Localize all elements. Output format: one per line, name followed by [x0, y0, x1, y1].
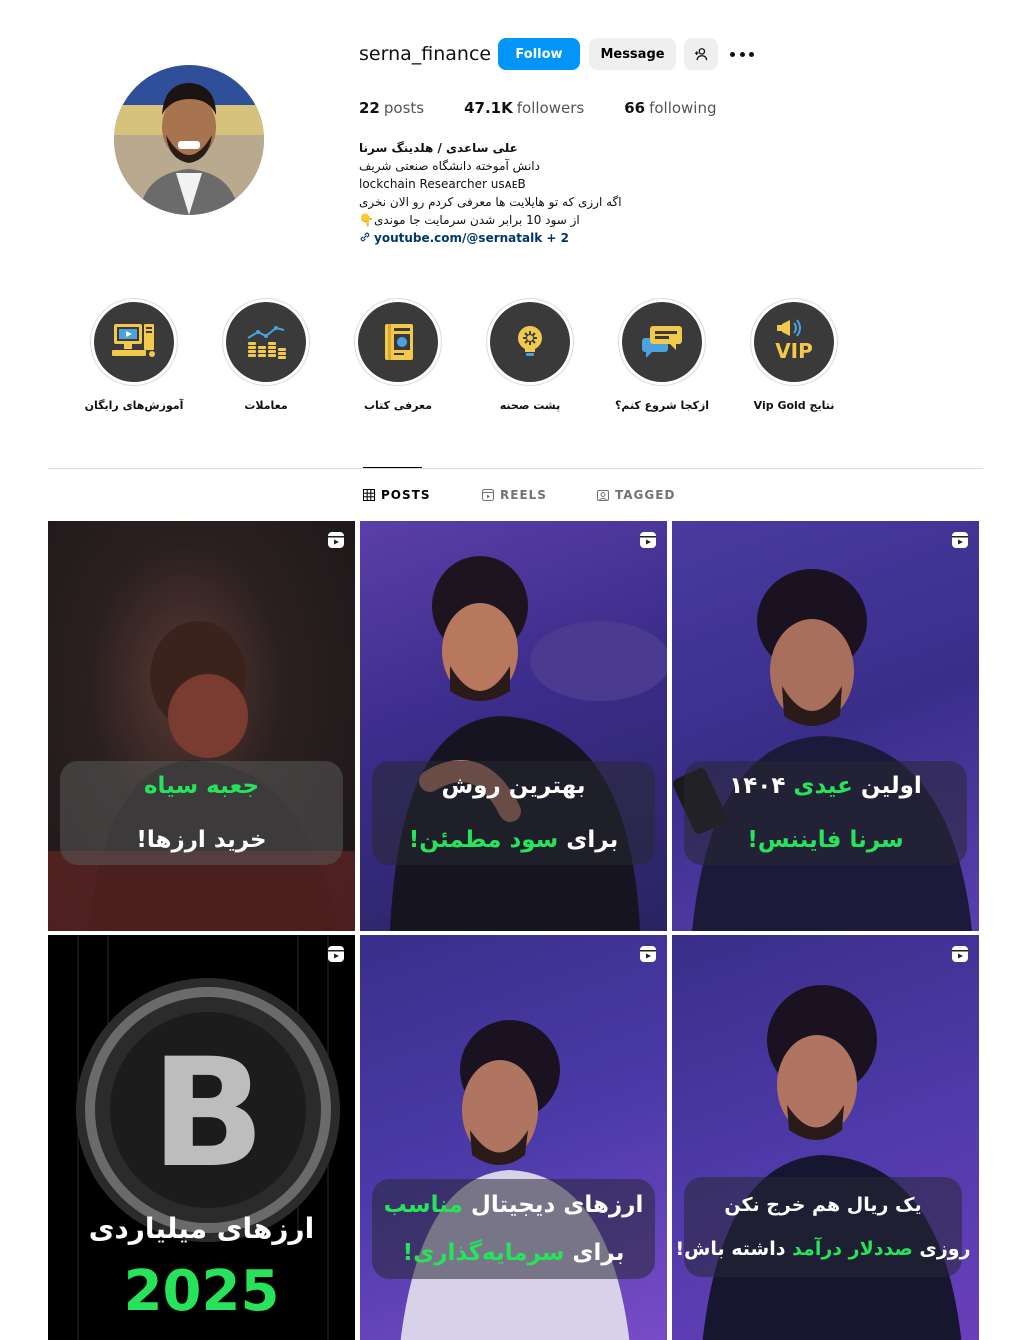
- active-tab-indicator: [363, 467, 422, 468]
- reel-icon: [952, 532, 968, 548]
- computer-icon: [112, 324, 155, 357]
- profile-bio: علی ساعدی / هلدینگ سرنا دانش آموخته دانش…: [359, 139, 689, 247]
- person-photo: [390, 556, 667, 931]
- bio-line-education: دانش آموخته دانشگاه صنعتی شریف: [359, 159, 540, 173]
- story-highlights: آموزش‌های رایگان معاملات: [0, 298, 1010, 418]
- reels-icon: [482, 489, 494, 501]
- reel-icon: [328, 532, 344, 548]
- post-tile[interactable]: اولین عیدی ۱۴۰۴ سرنا فایننس!: [672, 521, 979, 931]
- person-photo: [48, 621, 355, 931]
- tab-posts-label: POSTS: [381, 488, 431, 502]
- highlight-label: آموزش‌های رایگان: [84, 399, 184, 412]
- highlight-vip-results[interactable]: VIP نتایج Vip Gold: [739, 298, 849, 412]
- post-caption: ارزهای میلیاردی 2025: [88, 1212, 315, 1324]
- posts-count[interactable]: 22 posts: [359, 99, 424, 117]
- post-tile[interactable]: بهترین روش برای سود مطمئن!: [360, 521, 667, 931]
- bio-link[interactable]: youtube.com/@sernatalk: [374, 231, 542, 245]
- lightbulb-icon: [518, 326, 542, 356]
- reel-icon: [952, 946, 968, 962]
- highlight-label: معرفی کتاب: [363, 399, 433, 412]
- reel-icon: [640, 946, 656, 962]
- post-tile[interactable]: یک ریال هم خرج نکن روزی صددلار درآمد داش…: [672, 935, 979, 1340]
- post-caption: یک ریال هم خرج نکن روزی صددلار درآمد داش…: [675, 1177, 971, 1277]
- highlight-label: نتایج Vip Gold: [753, 399, 835, 412]
- tab-reels[interactable]: REELS: [482, 488, 547, 502]
- followers-count[interactable]: 47.1K followers: [464, 99, 584, 117]
- tagged-icon: [597, 490, 609, 501]
- reel-icon: [640, 532, 656, 548]
- bio-link-row[interactable]: youtube.com/@sernatalk + 2: [359, 229, 689, 247]
- more-options-icon[interactable]: [730, 44, 754, 64]
- bio-line-role: lockchain Researcher usᴀᴇB: [359, 177, 526, 191]
- profile-avatar[interactable]: [114, 65, 264, 215]
- bio-name: علی ساعدی / هلدینگ سرنا: [359, 141, 518, 155]
- message-button[interactable]: Message: [589, 38, 676, 70]
- reel-icon: [328, 946, 344, 962]
- profile-username: serna_finance: [359, 43, 492, 65]
- highlight-free-tutorials[interactable]: آموزش‌های رایگان: [79, 298, 189, 412]
- highlight-behind-the-scenes[interactable]: پشت صحنه: [475, 298, 585, 412]
- add-person-icon: [694, 48, 708, 61]
- highlight-label: پشت صحنه: [499, 399, 561, 412]
- grid-icon: [363, 489, 375, 501]
- post-caption: ارزهای دیجیتال مناسب برای سرمایه‌گذاری!: [372, 1179, 655, 1279]
- trading-icon: [247, 326, 286, 359]
- person-photo: [400, 1020, 630, 1340]
- post-caption: جعبه سیاه خرید ارزها!: [60, 761, 343, 865]
- post-caption: بهترین روش برای سود مطمئن!: [372, 761, 655, 865]
- svg-text:B: B: [151, 1027, 265, 1201]
- book-icon: [385, 324, 413, 360]
- follow-button[interactable]: Follow: [498, 38, 580, 70]
- bio-line-profit-note: از سود 10 برابر شدن سرمایت جا موندی👇: [359, 213, 580, 227]
- tab-tagged-label: TAGGED: [615, 488, 676, 502]
- post-tile[interactable]: جعبه سیاه خرید ارزها!: [48, 521, 355, 931]
- highlight-book-intro[interactable]: معرفی کتاب: [343, 298, 453, 412]
- tabs-divider: [48, 468, 983, 469]
- tab-posts[interactable]: POSTS: [363, 488, 430, 502]
- tab-tagged[interactable]: TAGGED: [597, 488, 675, 502]
- person-photo: [702, 985, 962, 1340]
- highlight-label: ازکجا شروع کنم؟: [614, 399, 710, 412]
- bio-link-extra[interactable]: + 2: [542, 231, 569, 245]
- highlight-trades[interactable]: معاملات: [211, 298, 321, 412]
- highlight-label: معاملات: [244, 399, 288, 412]
- profile-stats: 22 posts 47.1K followers 66 following: [359, 99, 717, 117]
- post-tile[interactable]: B ارزهای میلیاردی 2025: [48, 935, 355, 1340]
- svg-text:VIP: VIP: [775, 339, 813, 363]
- vip-icon: VIP: [775, 319, 813, 363]
- following-count[interactable]: 66 following: [624, 99, 716, 117]
- person-photo: [672, 569, 972, 931]
- highlight-where-to-start[interactable]: ازکجا شروع کنم؟: [607, 298, 717, 412]
- link-icon: [360, 232, 370, 242]
- suggested-accounts-button[interactable]: [684, 38, 718, 70]
- bio-line-highlight-note: اگه ارزی که تو هایلایت ها معرفی کردم رو …: [359, 195, 622, 209]
- post-tile[interactable]: ارزهای دیجیتال مناسب برای سرمایه‌گذاری!: [360, 935, 667, 1340]
- tab-reels-label: REELS: [500, 488, 547, 502]
- post-caption: اولین عیدی ۱۴۰۴ سرنا فایننس!: [684, 761, 967, 865]
- chat-icon: [642, 326, 682, 358]
